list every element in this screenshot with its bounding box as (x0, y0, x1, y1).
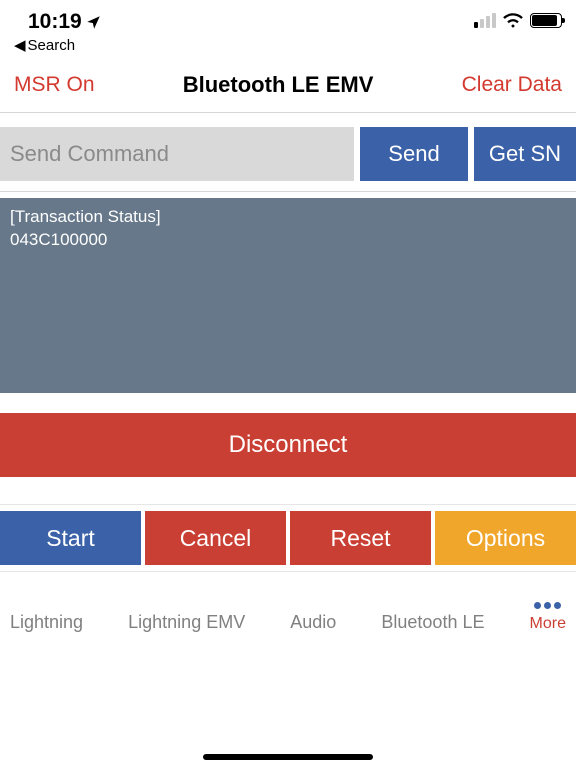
clear-data-button[interactable]: Clear Data (462, 73, 562, 97)
page-title: Bluetooth LE EMV (183, 72, 374, 98)
disconnect-button[interactable]: Disconnect (0, 413, 576, 477)
wifi-icon (502, 12, 524, 28)
location-icon (86, 15, 101, 30)
tab-more[interactable]: More (530, 602, 566, 633)
tab-lightning-emv[interactable]: Lightning EMV (128, 612, 245, 633)
tab-bluetooth-le[interactable]: Bluetooth LE (381, 612, 484, 633)
command-input[interactable] (0, 127, 354, 181)
action-row: Start Cancel Reset Options (0, 507, 576, 572)
status-bar: 10:19 (0, 0, 576, 40)
status-time-group: 10:19 (28, 10, 101, 34)
battery-icon (530, 13, 562, 28)
back-to-search[interactable]: ◀ Search (0, 36, 576, 54)
tab-more-label: More (530, 615, 566, 632)
options-button[interactable]: Options (435, 511, 576, 565)
tab-lightning[interactable]: Lightning (10, 612, 83, 633)
back-caret-icon: ◀ (14, 36, 26, 54)
reset-button[interactable]: Reset (290, 511, 431, 565)
status-time: 10:19 (28, 10, 82, 34)
home-indicator[interactable] (203, 754, 373, 760)
command-row: Send Get SN (0, 113, 576, 192)
tab-audio[interactable]: Audio (290, 612, 336, 633)
cancel-button[interactable]: Cancel (145, 511, 286, 565)
start-button[interactable]: Start (0, 511, 141, 565)
tab-bar: Lightning Lightning EMV Audio Bluetooth … (0, 572, 576, 633)
back-label: Search (28, 37, 76, 54)
cellular-icon (474, 13, 496, 28)
status-icons (474, 10, 562, 28)
msr-toggle-button[interactable]: MSR On (14, 73, 95, 97)
get-sn-button[interactable]: Get SN (474, 127, 576, 181)
nav-bar: MSR On Bluetooth LE EMV Clear Data (0, 54, 576, 113)
transaction-console: [Transaction Status] 043C100000 (0, 198, 576, 393)
more-dots-icon (530, 602, 566, 609)
send-button[interactable]: Send (360, 127, 468, 181)
